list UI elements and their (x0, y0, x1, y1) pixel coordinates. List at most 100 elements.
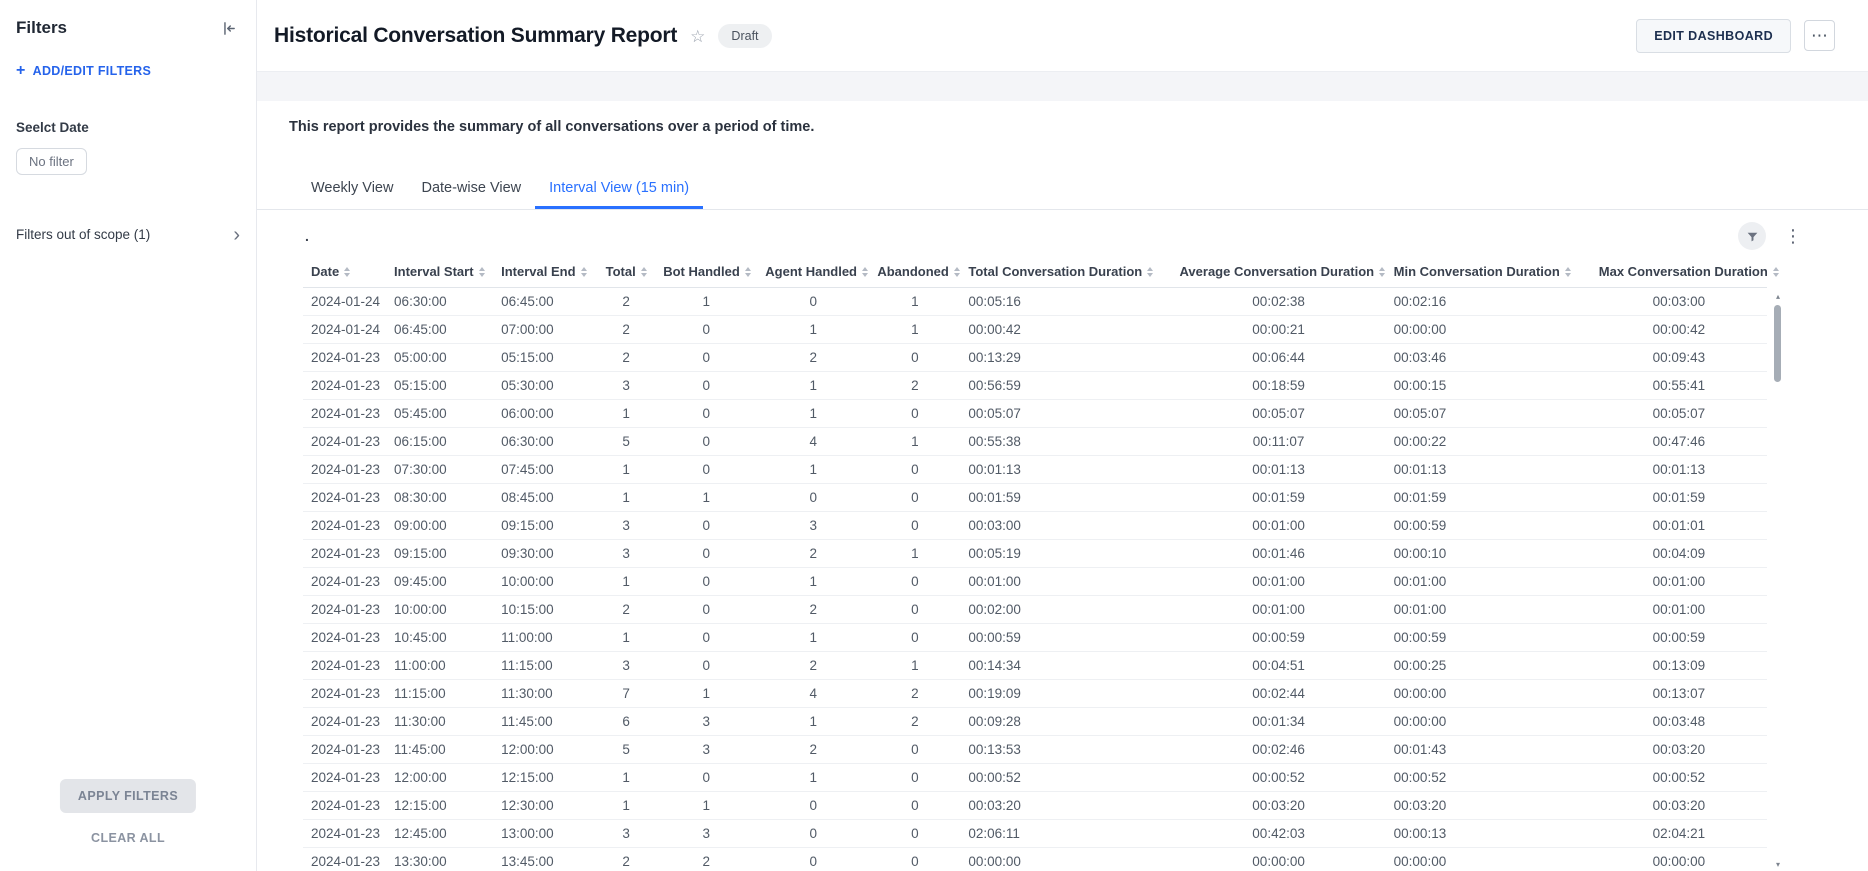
sort-icon[interactable] (1379, 267, 1385, 277)
column-header-interval-start[interactable]: Interval Start (386, 254, 493, 288)
table-cell: 0 (757, 848, 869, 871)
column-header-label: Date (311, 264, 339, 279)
column-header-label: Max Conversation Duration (1599, 264, 1768, 279)
table-cell: 00:56:59 (960, 372, 1171, 400)
sort-icon[interactable] (745, 267, 751, 277)
table-cell: 00:02:46 (1172, 736, 1386, 764)
column-header-abandoned[interactable]: Abandoned (869, 254, 960, 288)
sort-icon[interactable] (479, 267, 485, 277)
tab-interval-view[interactable]: Interval View (15 min) (535, 169, 703, 209)
scroll-up-icon[interactable]: ▴ (1773, 293, 1783, 301)
table-cell: 00:00:00 (1386, 848, 1591, 871)
table-scrollbar[interactable]: ▴ ▾ (1773, 293, 1783, 869)
table-cell: 00:01:00 (1172, 512, 1386, 540)
table-cell: 0 (655, 400, 757, 428)
favorite-star-icon[interactable]: ☆ (690, 27, 705, 47)
collapse-sidebar-button[interactable] (216, 16, 240, 40)
sort-icon[interactable] (1565, 267, 1571, 277)
edit-dashboard-button[interactable]: EDIT DASHBOARD (1636, 19, 1791, 53)
more-menu-button[interactable]: ⋯ (1804, 20, 1835, 51)
table-cell: 00:02:00 (960, 596, 1171, 624)
table-row: 2024-01-2305:45:0006:00:00101000:05:0700… (303, 400, 1767, 428)
table-cell: 1 (869, 652, 960, 680)
table-cell: 0 (869, 484, 960, 512)
table-cell: 00:00:00 (1591, 848, 1767, 871)
table-cell: 0 (655, 624, 757, 652)
table-cell: 09:30:00 (493, 540, 597, 568)
table-cell: 00:00:00 (1386, 680, 1591, 708)
sort-icon[interactable] (954, 267, 960, 277)
table-cell: 12:00:00 (386, 764, 493, 792)
column-header-average-conversation-duration[interactable]: Average Conversation Duration (1172, 254, 1386, 288)
column-header-interval-end[interactable]: Interval End (493, 254, 597, 288)
sort-icon[interactable] (1147, 267, 1153, 277)
table-filter-button[interactable] (1738, 222, 1766, 250)
clear-all-button[interactable]: CLEAR ALL (91, 831, 165, 845)
table-cell: 00:00:52 (1386, 764, 1591, 792)
column-header-agent-handled[interactable]: Agent Handled (757, 254, 869, 288)
table-cell: 2024-01-24 (303, 316, 386, 344)
column-header-label: Bot Handled (663, 264, 740, 279)
date-filter-chip[interactable]: No filter (16, 148, 87, 175)
filters-out-of-scope-row[interactable]: Filters out of scope (1) › (16, 227, 240, 242)
table-cell: 00:01:34 (1172, 708, 1386, 736)
apply-filters-button[interactable]: APPLY FILTERS (60, 779, 196, 813)
column-header-label: Total (606, 264, 636, 279)
table-cell: 2 (597, 596, 655, 624)
scrollbar-thumb[interactable] (1774, 305, 1781, 382)
table-cell: 1 (757, 400, 869, 428)
table-cell: 00:09:28 (960, 708, 1171, 736)
table-cell: 0 (869, 624, 960, 652)
table-cell: 2024-01-23 (303, 568, 386, 596)
table-cell: 06:30:00 (493, 428, 597, 456)
add-edit-filters-link[interactable]: + ADD/EDIT FILTERS (16, 64, 240, 78)
sort-icon[interactable] (344, 267, 350, 277)
sort-icon[interactable] (862, 267, 868, 277)
column-header-total-conversation-duration[interactable]: Total Conversation Duration (960, 254, 1171, 288)
table-cell: 1 (655, 484, 757, 512)
tab-weekly-view[interactable]: Weekly View (297, 169, 407, 209)
column-header-label: Total Conversation Duration (968, 264, 1142, 279)
table-cell: 3 (597, 820, 655, 848)
table-cell: 00:00:10 (1386, 540, 1591, 568)
table-cell: 2 (597, 848, 655, 871)
table-cell: 00:00:22 (1386, 428, 1591, 456)
column-header-total[interactable]: Total (597, 254, 655, 288)
table-cell: 0 (655, 596, 757, 624)
column-header-date[interactable]: Date (303, 254, 386, 288)
sort-icon[interactable] (581, 267, 587, 277)
table-cell: 2 (597, 316, 655, 344)
table-row: 2024-01-2309:00:0009:15:00303000:03:0000… (303, 512, 1767, 540)
table-cell: 00:00:59 (960, 624, 1171, 652)
table-cell: 00:05:19 (960, 540, 1171, 568)
tab-date-wise-view[interactable]: Date-wise View (407, 169, 535, 209)
table-cell: 2 (655, 848, 757, 871)
table-cell: 00:13:53 (960, 736, 1171, 764)
table-cell: 0 (869, 596, 960, 624)
table-cell: 1 (597, 624, 655, 652)
scroll-down-icon[interactable]: ▾ (1773, 861, 1783, 869)
table-cell: 4 (757, 680, 869, 708)
sort-icon[interactable] (641, 267, 647, 277)
column-header-bot-handled[interactable]: Bot Handled (655, 254, 757, 288)
column-header-max-conversation-duration[interactable]: Max Conversation Duration (1591, 254, 1767, 288)
table-cell: 10:15:00 (493, 596, 597, 624)
table-cell: 00:01:00 (1591, 568, 1767, 596)
sort-icon[interactable] (1773, 267, 1779, 277)
table-cell: 2024-01-23 (303, 848, 386, 871)
table-cell: 2024-01-23 (303, 764, 386, 792)
table-cell: 11:15:00 (386, 680, 493, 708)
table-cell: 3 (757, 512, 869, 540)
table-row: 2024-01-2311:00:0011:15:00302100:14:3400… (303, 652, 1767, 680)
table-row: 2024-01-2311:45:0012:00:00532000:13:5300… (303, 736, 1767, 764)
table-cell: 0 (655, 540, 757, 568)
table-cell: 2 (869, 680, 960, 708)
page-header: Historical Conversation Summary Report ☆… (257, 0, 1868, 72)
table-cell: 5 (597, 736, 655, 764)
table-cell: 07:30:00 (386, 456, 493, 484)
table-cell: 0 (869, 820, 960, 848)
table-cell: 13:45:00 (493, 848, 597, 871)
column-header-min-conversation-duration[interactable]: Min Conversation Duration (1386, 254, 1591, 288)
table-cell: 0 (869, 792, 960, 820)
table-kebab-menu-button[interactable]: ⋮ (1780, 226, 1806, 246)
